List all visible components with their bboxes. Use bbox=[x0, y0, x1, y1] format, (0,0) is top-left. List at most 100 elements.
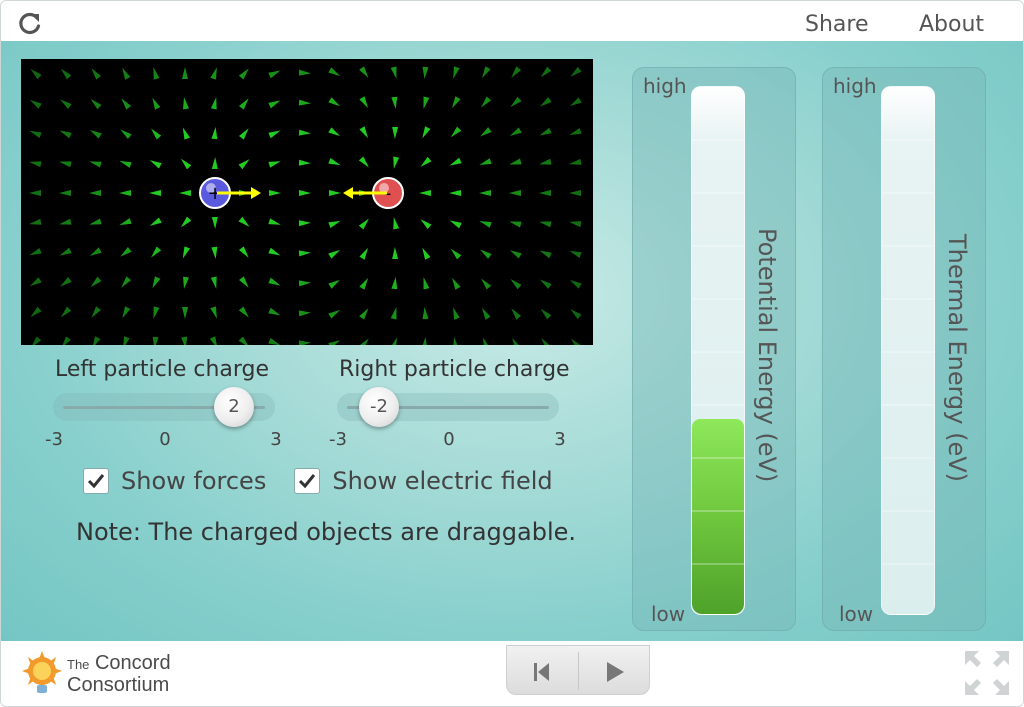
field-vector bbox=[359, 308, 369, 320]
field-vector bbox=[359, 247, 369, 260]
field-vector bbox=[123, 336, 130, 345]
field-vector bbox=[509, 127, 522, 136]
field-canvas: + - bbox=[29, 66, 582, 345]
reset-button[interactable] bbox=[507, 646, 577, 694]
field-vector bbox=[328, 67, 341, 77]
field-vector bbox=[328, 340, 341, 345]
concord-logo-icon bbox=[22, 651, 62, 693]
field-vector bbox=[152, 336, 159, 345]
field-vector bbox=[359, 277, 369, 290]
field-vector bbox=[570, 309, 582, 320]
field-vector bbox=[359, 338, 369, 345]
field-vector bbox=[540, 66, 552, 78]
field-vector bbox=[539, 127, 552, 136]
field-vector bbox=[29, 218, 42, 225]
reload-icon[interactable] bbox=[17, 10, 43, 36]
field-vector bbox=[29, 99, 42, 109]
field-vector bbox=[359, 126, 369, 139]
field-vector bbox=[328, 127, 341, 137]
field-vector bbox=[298, 99, 311, 106]
left-charge-label: Left particle charge bbox=[55, 357, 270, 382]
field-vector bbox=[153, 67, 160, 80]
left-charge-thumb[interactable]: 2 bbox=[214, 387, 254, 427]
field-vector bbox=[391, 337, 398, 345]
field-vector bbox=[391, 277, 398, 290]
field-vector bbox=[328, 97, 341, 107]
field-vector bbox=[29, 247, 42, 256]
potential-energy-label: Potential Energy (eV) bbox=[753, 228, 781, 483]
about-link[interactable]: About bbox=[919, 12, 984, 37]
right-charge-slider[interactable]: -2 bbox=[337, 387, 559, 427]
field-vector bbox=[298, 250, 311, 257]
field-vector bbox=[122, 306, 131, 319]
field-vector bbox=[183, 97, 189, 110]
field-vector bbox=[480, 127, 492, 137]
field-vector bbox=[29, 161, 42, 168]
show-field-label: Show electric field bbox=[332, 467, 553, 495]
left-force-arrow-head bbox=[251, 187, 261, 199]
field-vector bbox=[298, 220, 311, 227]
field-vector bbox=[390, 66, 397, 79]
field-vector bbox=[423, 96, 430, 109]
field-vector bbox=[510, 279, 522, 290]
field-vector bbox=[539, 250, 552, 259]
field-vector bbox=[512, 337, 519, 345]
fullscreen-icon[interactable] bbox=[963, 649, 1011, 697]
field-vector bbox=[328, 249, 341, 259]
field-vector bbox=[60, 68, 72, 80]
field-vector bbox=[238, 98, 249, 110]
field-vector bbox=[59, 247, 72, 256]
field-vector bbox=[238, 246, 249, 258]
field-vector bbox=[268, 307, 281, 316]
field-vector bbox=[482, 66, 491, 79]
field-vector bbox=[358, 218, 369, 230]
field-vector bbox=[238, 128, 249, 140]
field-vector bbox=[211, 246, 218, 259]
field-vector bbox=[392, 126, 399, 139]
field-vector bbox=[419, 190, 431, 196]
field-vector bbox=[479, 158, 492, 165]
field-vector bbox=[29, 190, 41, 196]
field-vector bbox=[90, 276, 102, 288]
electric-field-view: + - bbox=[21, 59, 593, 345]
thermal-energy-bar bbox=[881, 86, 935, 615]
field-vector bbox=[393, 156, 400, 169]
tick-mid: 0 bbox=[159, 429, 171, 450]
field-vector bbox=[453, 307, 460, 320]
field-vector bbox=[328, 220, 341, 228]
field-vector bbox=[122, 67, 131, 80]
field-vector bbox=[420, 219, 432, 230]
right-charge-label: Right particle charge bbox=[339, 357, 570, 382]
field-vector bbox=[89, 247, 102, 257]
show-forces-checkbox[interactable] bbox=[83, 468, 109, 494]
field-vector bbox=[121, 98, 132, 110]
field-vector bbox=[182, 306, 189, 319]
field-vector bbox=[91, 306, 101, 318]
field-vector bbox=[453, 337, 458, 345]
field-vector bbox=[420, 156, 432, 167]
field-vector bbox=[569, 158, 582, 165]
field-vector bbox=[299, 190, 311, 196]
field-vector bbox=[268, 218, 281, 225]
field-vector bbox=[359, 66, 369, 78]
field-vector bbox=[392, 247, 399, 260]
thermal-high-label: high bbox=[833, 74, 877, 98]
field-vector bbox=[89, 218, 102, 225]
thermal-energy-label: Thermal Energy (eV) bbox=[943, 234, 971, 483]
right-charge-thumb[interactable]: -2 bbox=[359, 387, 399, 427]
share-link[interactable]: Share bbox=[805, 12, 869, 37]
play-button[interactable] bbox=[579, 646, 649, 694]
field-vector bbox=[422, 337, 427, 345]
field-vector bbox=[180, 216, 192, 228]
field-vector bbox=[509, 190, 521, 196]
field-vector bbox=[298, 129, 311, 136]
field-vector bbox=[59, 190, 71, 196]
field-vector bbox=[182, 127, 191, 140]
field-vector bbox=[569, 128, 582, 136]
left-charge-slider[interactable]: 2 bbox=[53, 387, 275, 427]
show-field-checkbox[interactable] bbox=[294, 468, 321, 494]
potential-high-label: high bbox=[643, 74, 687, 98]
field-vector bbox=[151, 128, 162, 140]
field-vector bbox=[511, 308, 522, 320]
field-vector bbox=[539, 158, 552, 165]
